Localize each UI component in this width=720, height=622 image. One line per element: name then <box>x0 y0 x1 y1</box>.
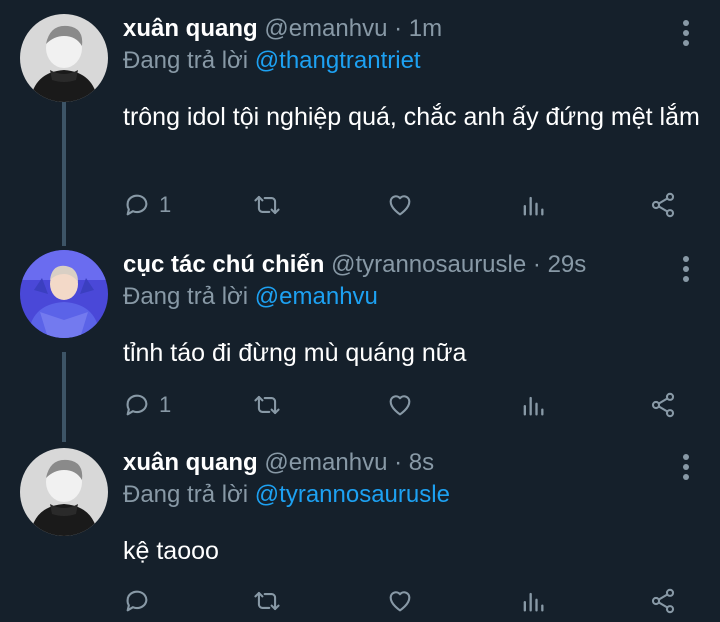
retweet-button[interactable] <box>252 390 282 420</box>
more-options-icon[interactable] <box>682 454 690 482</box>
analytics-button[interactable] <box>519 586 547 616</box>
share-icon <box>651 392 675 418</box>
username[interactable]: @emanhvu <box>264 449 387 476</box>
tweet-text: kệ taooo <box>123 537 219 565</box>
tweet-text: tỉnh táo đi đừng mù quáng nữa <box>123 339 467 367</box>
avatar[interactable] <box>20 448 108 536</box>
like-button[interactable] <box>386 586 414 616</box>
heart-icon <box>389 195 411 216</box>
avatar-image <box>20 250 108 338</box>
share-button[interactable] <box>648 586 678 616</box>
replying-to: Đang trả lời @tyrannosaurusle <box>123 480 450 510</box>
replying-to-label: Đang trả lời <box>123 283 249 310</box>
action-bar: 1 <box>0 190 720 220</box>
heart-icon <box>389 395 411 416</box>
like-button[interactable] <box>386 190 414 220</box>
tweet-header: xuân quang @emanhvu · 1m <box>123 14 442 44</box>
avatar-image <box>20 14 108 102</box>
tweet[interactable]: cục tác chú chiến @tyrannosaurusle · 29s… <box>0 250 720 430</box>
retweet-button[interactable] <box>252 190 282 220</box>
display-name[interactable]: xuân quang <box>123 15 258 42</box>
avatar-image <box>20 448 108 536</box>
tweet[interactable]: xuân quang @emanhvu · 1m Đang trả lời @t… <box>0 14 720 224</box>
retweet-icon <box>254 195 280 215</box>
reply-icon <box>126 194 148 216</box>
timestamp[interactable]: 29s <box>548 251 587 278</box>
reply-count: 1 <box>159 192 172 217</box>
mention-link[interactable]: @tyrannosaurusle <box>255 481 450 508</box>
avatar[interactable] <box>20 14 108 102</box>
separator-dot: · <box>394 449 403 476</box>
analytics-button[interactable] <box>519 190 547 220</box>
like-button[interactable] <box>386 390 414 420</box>
mention-link[interactable]: @emanhvu <box>255 283 378 310</box>
reply-button[interactable]: 1 <box>123 390 171 420</box>
replying-to-label: Đang trả lời <box>123 47 249 74</box>
heart-icon <box>389 591 411 612</box>
tweet[interactable]: xuân quang @emanhvu · 8s Đang trả lời @t… <box>0 448 720 622</box>
share-button[interactable] <box>648 390 678 420</box>
reply-button[interactable]: 1 <box>123 190 171 220</box>
share-button[interactable] <box>648 190 678 220</box>
mention-link[interactable]: @thangtrantriet <box>255 47 421 74</box>
analytics-icon <box>523 196 544 216</box>
tweet-text: trông idol tội nghiệp quá, chắc anh ấy đ… <box>123 103 700 131</box>
display-name[interactable]: xuân quang <box>123 449 258 476</box>
reply-icon <box>126 590 148 612</box>
reply-count: 1 <box>159 392 172 417</box>
retweet-icon <box>254 591 280 611</box>
replying-to-label: Đang trả lời <box>123 481 249 508</box>
retweet-button[interactable] <box>252 586 282 616</box>
replying-to: Đang trả lời @thangtrantriet <box>123 46 421 76</box>
share-icon <box>651 588 675 614</box>
timestamp[interactable]: 8s <box>409 449 434 476</box>
analytics-icon <box>523 592 544 612</box>
username[interactable]: @emanhvu <box>264 15 387 42</box>
display-name[interactable]: cục tác chú chiến <box>123 251 324 278</box>
separator-dot: · <box>532 251 541 278</box>
analytics-button[interactable] <box>519 390 547 420</box>
action-bar: 1 <box>0 390 720 420</box>
avatar[interactable] <box>20 250 108 338</box>
analytics-icon <box>523 396 544 416</box>
replying-to: Đang trả lời @emanhvu <box>123 282 378 312</box>
reply-icon <box>126 394 148 416</box>
tweet-header: xuân quang @emanhvu · 8s <box>123 448 434 478</box>
retweet-icon <box>254 395 280 415</box>
share-icon <box>651 192 675 218</box>
more-options-icon[interactable] <box>682 20 690 48</box>
username[interactable]: @tyrannosaurusle <box>331 251 526 278</box>
action-bar <box>0 586 720 616</box>
separator-dot: · <box>394 15 403 42</box>
tweet-header: cục tác chú chiến @tyrannosaurusle · 29s <box>123 250 586 280</box>
more-options-icon[interactable] <box>682 256 690 284</box>
reply-button[interactable] <box>123 586 159 616</box>
timestamp[interactable]: 1m <box>409 15 442 42</box>
